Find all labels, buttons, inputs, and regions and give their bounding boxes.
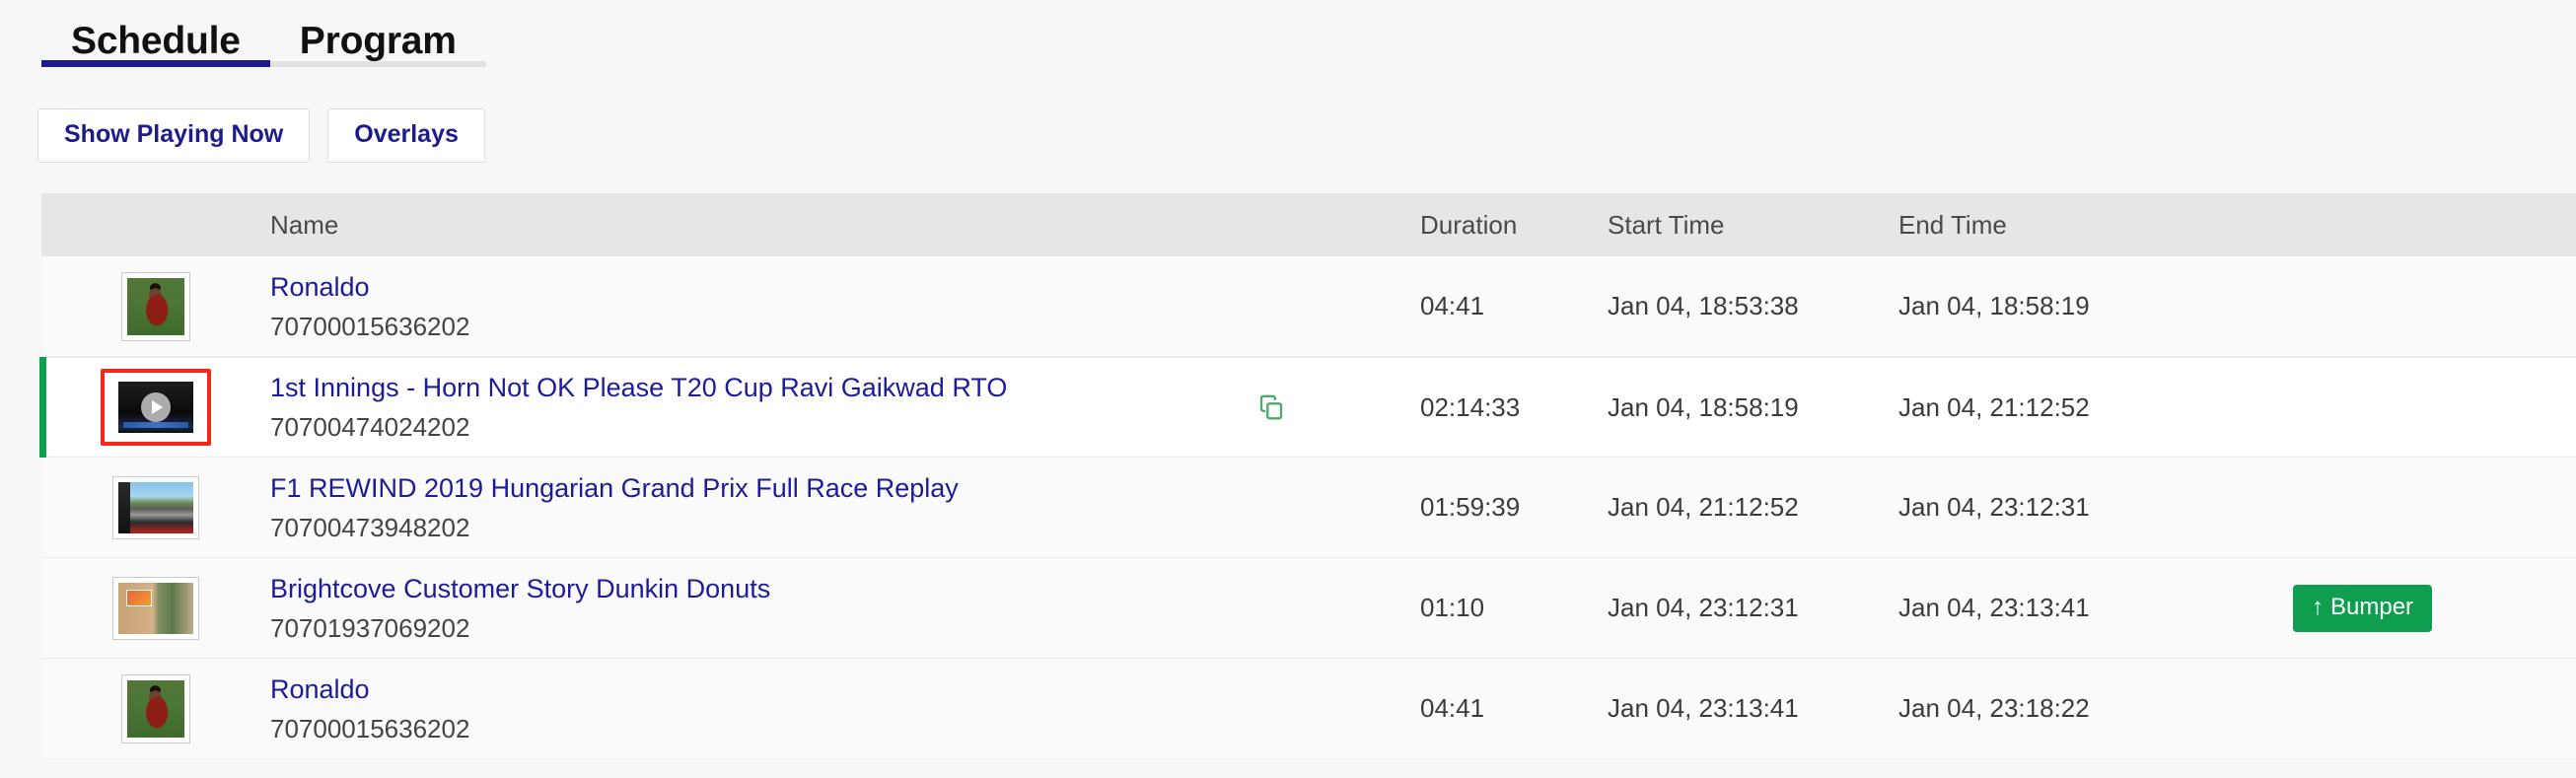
tab-schedule-label: Schedule — [71, 19, 241, 62]
duration-cell: 02:14:33 — [1420, 392, 1608, 423]
thumbnail-image — [118, 582, 193, 634]
header-end-time-label: End Time — [1898, 209, 2007, 240]
duration-cell: 01:59:39 — [1420, 492, 1608, 523]
end-time-cell-value: Jan 04, 21:12:52 — [1898, 391, 2090, 422]
name-cell: Ronaldo 70700015636202 — [270, 273, 1256, 341]
video-id: 70700473948202 — [270, 512, 470, 542]
start-time-cell: Jan 04, 23:13:41 — [1608, 693, 1898, 724]
header-name: Name — [270, 210, 1256, 241]
video-id: 70700474024202 — [270, 412, 470, 442]
header-name-label: Name — [270, 209, 339, 240]
header-start-time: Start Time — [1608, 210, 1898, 241]
video-title-link[interactable]: Ronaldo — [270, 273, 370, 301]
name-cell: F1 REWIND 2019 Hungarian Grand Prix Full… — [270, 474, 1256, 542]
thumbnail-cell — [41, 475, 270, 539]
tab-program-underline — [269, 61, 486, 67]
play-icon[interactable] — [141, 392, 171, 422]
video-id: 70700015636202 — [270, 713, 470, 743]
video-title-link[interactable]: 1st Innings - Horn Not OK Please T20 Cup… — [270, 375, 1007, 401]
thumbnail[interactable] — [112, 576, 199, 640]
duration-cell-value: 01:10 — [1420, 593, 1485, 622]
thumbnail[interactable] — [121, 271, 190, 341]
duration-cell-value: 01:59:39 — [1420, 492, 1521, 522]
tab-schedule-underline — [41, 60, 270, 67]
header-duration-label: Duration — [1420, 209, 1518, 240]
show-playing-now-button[interactable]: Show Playing Now — [37, 108, 311, 163]
start-time-cell-value: Jan 04, 23:12:31 — [1608, 593, 1799, 622]
start-time-cell: Jan 04, 18:58:19 — [1608, 392, 1898, 423]
status-badge-label: Bumper — [2330, 593, 2414, 620]
table-body: Ronaldo 70700015636202 04:41 Jan 04, 18:53:… — [39, 256, 2576, 759]
duration-cell-value: 02:14:33 — [1420, 391, 1521, 422]
table-row[interactable]: 1st Innings - Horn Not OK Please T20 Cup… — [39, 357, 2576, 458]
end-time-cell: Jan 04, 23:12:31 — [1898, 492, 2194, 523]
toolbar: Show Playing Now Overlays — [37, 108, 485, 163]
tab-bar: Schedule Program — [41, 0, 486, 75]
table-row[interactable]: Brightcove Customer Story Dunkin Donuts 7… — [41, 558, 2576, 659]
video-id: 70700015636202 — [270, 311, 470, 341]
name-cell: 1st Innings - Horn Not OK Please T20 Cup… — [270, 375, 1256, 442]
video-title-link[interactable]: F1 REWIND 2019 Hungarian Grand Prix Full… — [270, 474, 959, 502]
duration-cell: 01:10 — [1420, 593, 1608, 623]
duration-cell-value: 04:41 — [1420, 693, 1485, 723]
table-row[interactable]: Ronaldo 70700015636202 04:41 Jan 04, 18:53:… — [41, 256, 2576, 357]
header-duration: Duration — [1420, 210, 1608, 241]
end-time-cell-value: Jan 04, 18:58:19 — [1898, 291, 2090, 320]
thumbnail[interactable] — [121, 673, 190, 743]
start-time-cell: Jan 04, 23:12:31 — [1608, 593, 1898, 623]
status-badge[interactable]: ↑ Bumper — [2293, 584, 2433, 632]
start-time-cell-value: Jan 04, 23:13:41 — [1608, 693, 1799, 723]
end-time-cell-value: Jan 04, 23:12:31 — [1898, 492, 2090, 522]
header-start-time-label: Start Time — [1608, 209, 1725, 240]
table-row[interactable]: Ronaldo 70700015636202 04:41 Jan 04, 23:13:… — [41, 659, 2576, 759]
start-time-cell-value: Jan 04, 21:12:52 — [1608, 492, 1799, 522]
start-time-cell-value: Jan 04, 18:53:38 — [1608, 291, 1799, 320]
arrow-up-icon: ↑ — [2312, 593, 2324, 620]
copy-icon[interactable] — [1256, 391, 1286, 423]
table-header-row: Name Duration Start Time End Time — [41, 193, 2576, 256]
thumbnail-cell — [41, 576, 270, 640]
name-cell: Brightcove Customer Story Dunkin Donuts 7… — [270, 575, 1256, 643]
thumbnail-highlighted[interactable] — [101, 369, 211, 446]
end-time-cell: Jan 04, 23:13:41 — [1898, 593, 2194, 623]
overlays-button[interactable]: Overlays — [327, 108, 485, 163]
duration-cell-value: 04:41 — [1420, 291, 1485, 320]
start-time-cell: Jan 04, 18:53:38 — [1608, 291, 1898, 321]
thumbnail-cell — [41, 271, 270, 341]
badge-cell: ↑ Bumper — [2194, 584, 2576, 632]
start-time-cell-value: Jan 04, 18:58:19 — [1608, 391, 1799, 422]
end-time-cell: Jan 04, 18:58:19 — [1898, 291, 2194, 321]
schedule-page: Schedule Program Show Playing Now Overla… — [0, 0, 2576, 778]
duration-cell: 04:41 — [1420, 291, 1608, 321]
copy-icon-cell — [1256, 391, 1420, 423]
table-row[interactable]: F1 REWIND 2019 Hungarian Grand Prix Full… — [41, 458, 2576, 558]
tab-program-label: Program — [299, 19, 457, 62]
end-time-cell: Jan 04, 21:12:52 — [1898, 392, 2194, 423]
thumbnail-cell — [41, 673, 270, 743]
thumbnail-image — [127, 277, 184, 335]
thumbnail-image — [118, 481, 193, 533]
thumbnail-image — [118, 382, 193, 433]
tab-program[interactable]: Program — [269, 0, 486, 75]
header-end-time: End Time — [1898, 210, 2194, 241]
video-id: 70701937069202 — [270, 612, 470, 643]
video-title-link[interactable]: Brightcove Customer Story Dunkin Donuts — [270, 575, 770, 602]
thumbnail-cell — [41, 369, 270, 446]
end-time-cell: Jan 04, 23:18:22 — [1898, 693, 2194, 724]
thumbnail[interactable] — [112, 475, 199, 539]
thumbnail-image — [127, 679, 184, 738]
start-time-cell: Jan 04, 21:12:52 — [1608, 492, 1898, 523]
end-time-cell-value: Jan 04, 23:13:41 — [1898, 593, 2090, 622]
video-title-link[interactable]: Ronaldo — [270, 675, 370, 703]
end-time-cell-value: Jan 04, 23:18:22 — [1898, 693, 2090, 723]
duration-cell: 04:41 — [1420, 693, 1608, 724]
name-cell: Ronaldo 70700015636202 — [270, 675, 1256, 743]
schedule-table: Name Duration Start Time End Time Ronald… — [39, 193, 2576, 759]
tab-schedule[interactable]: Schedule — [41, 0, 270, 75]
